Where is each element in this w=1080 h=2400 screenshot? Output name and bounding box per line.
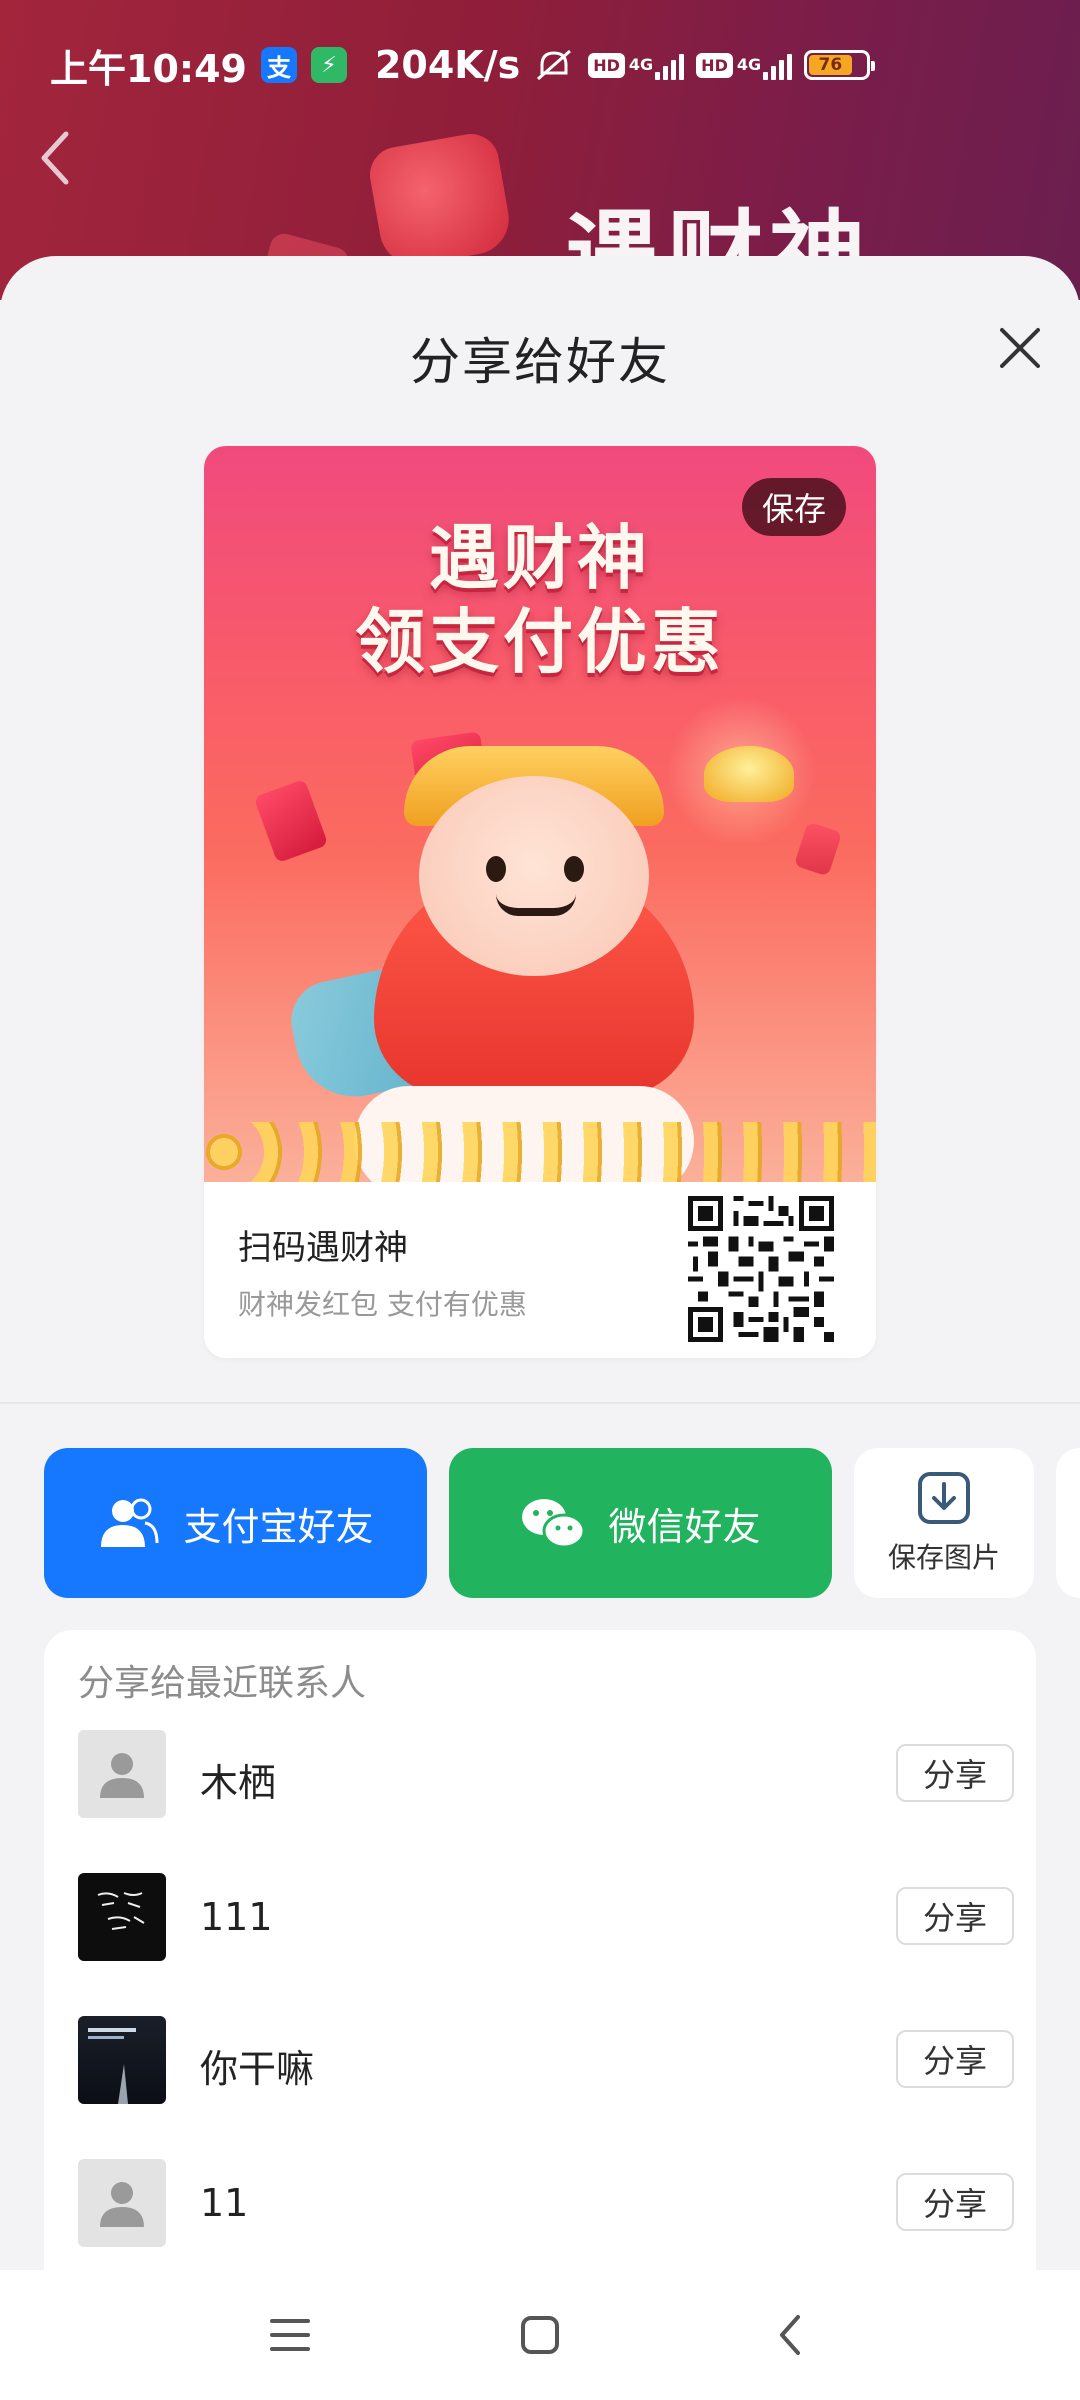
contacts-icon: [97, 1495, 161, 1551]
poster-caption: 扫码遇财神 财神发红包 支付有优惠: [238, 1220, 527, 1323]
back-button[interactable]: [30, 128, 80, 188]
share-button[interactable]: 分享: [896, 1887, 1014, 1945]
download-icon: [918, 1472, 970, 1524]
network-type: 4G: [628, 55, 654, 74]
mute-icon: [534, 47, 574, 83]
navigation-bar: [0, 2270, 1080, 2400]
contact-name: 11: [200, 2181, 249, 2225]
share-alipay-label: 支付宝好友: [183, 1504, 374, 1549]
calligraphy-avatar: [78, 1873, 166, 1961]
god-eye: [564, 856, 584, 882]
god-eye: [486, 856, 506, 882]
menu-button[interactable]: [260, 2305, 320, 2365]
contact-name: 111: [200, 1895, 273, 1939]
network-type: 4G: [736, 55, 762, 74]
default-avatar: [78, 2159, 166, 2247]
hd-icon: HD: [588, 52, 625, 78]
share-button[interactable]: 分享: [896, 2030, 1014, 2088]
default-avatar: [78, 1730, 166, 1818]
contact-row[interactable]: 11 分享: [78, 2159, 1014, 2249]
qr-code-icon: [688, 1196, 834, 1342]
save-image-button[interactable]: 保存图片: [854, 1448, 1034, 1598]
home-button[interactable]: [510, 2305, 570, 2365]
status-time: 上午10:49: [50, 46, 247, 91]
god-mustache: [496, 894, 576, 916]
hd-icon: HD: [696, 52, 733, 78]
close-button[interactable]: [988, 316, 1052, 380]
red-envelope-decoration: [793, 821, 843, 877]
poster-caption-subtitle: 财神发红包 支付有优惠: [238, 1288, 527, 1321]
signal-icon: [763, 50, 793, 80]
god-of-wealth-face: [419, 776, 649, 976]
share-actions: 支付宝好友 微信好友 保存图片: [44, 1448, 1080, 1598]
battery-level: 76: [809, 55, 852, 75]
save-image-label: 保存图片: [887, 1541, 1000, 1574]
recent-contacts: 分享给最近联系人 木栖 分享 111 分享 你干嘛 分享 11 分享: [44, 1630, 1036, 2270]
contact-row[interactable]: 111 分享: [78, 1873, 1014, 1963]
menu-icon: [270, 2319, 310, 2351]
contact-row[interactable]: 木栖 分享: [78, 1730, 1014, 1820]
gold-coins-decoration: [204, 1122, 876, 1182]
back-nav-button[interactable]: [760, 2305, 820, 2365]
share-alipay-friends-button[interactable]: 支付宝好友: [44, 1448, 427, 1598]
contact-row[interactable]: 你干嘛 分享: [78, 2016, 1014, 2106]
share-button[interactable]: 分享: [896, 1744, 1014, 1802]
back-icon: [780, 2315, 800, 2355]
save-poster-button[interactable]: 保存: [741, 478, 846, 536]
signal-icon: [655, 50, 685, 80]
wechat-icon: [520, 1495, 586, 1551]
share-poster[interactable]: 遇财神 领支付优惠 保存 扫码遇财神 财神发红包 支付有优惠: [204, 446, 876, 1358]
poster-artwork: 遇财神 领支付优惠 保存: [204, 446, 876, 1182]
red-envelope-decoration: [253, 778, 329, 864]
share-sheet: 分享给好友 遇财神 领支付优惠 保存 扫码遇财神 财神发红包 支付有优惠 支付宝…: [0, 256, 1080, 2400]
gold-ingot-decoration: [704, 746, 794, 802]
net-speed: 204K/s: [374, 43, 521, 87]
poster-footer: 扫码遇财神 财神发红包 支付有优惠: [204, 1182, 876, 1358]
more-share-option[interactable]: [1056, 1448, 1080, 1598]
contact-name: 木栖: [200, 1761, 277, 1805]
chevron-left-icon: [41, 131, 69, 185]
sheet-header: 分享给好友: [0, 256, 1080, 456]
status-bar: 上午10:49 支 ⚡ 204K/s HD 4G HD 4G 76: [0, 0, 1080, 130]
alipay-icon: 支: [260, 47, 297, 83]
share-wechat-label: 微信好友: [608, 1504, 761, 1549]
poster-headline: 遇财神 领支付优惠: [355, 517, 725, 683]
close-icon: [1000, 328, 1040, 368]
photo-avatar: [78, 2016, 166, 2104]
battery-icon: 76: [804, 50, 876, 80]
poster-caption-title: 扫码遇财神: [238, 1228, 408, 1268]
sheet-title: 分享给好友: [410, 333, 670, 391]
share-wechat-friends-button[interactable]: 微信好友: [449, 1448, 832, 1598]
recent-contacts-title: 分享给最近联系人: [78, 1663, 367, 1704]
red-envelope-decoration: [365, 129, 515, 271]
contact-name: 你干嘛: [200, 2047, 315, 2091]
home-icon: [521, 2316, 559, 2354]
share-button[interactable]: 分享: [896, 2173, 1014, 2231]
section-divider: [0, 1402, 1080, 1404]
charging-app-icon: ⚡: [310, 47, 347, 83]
